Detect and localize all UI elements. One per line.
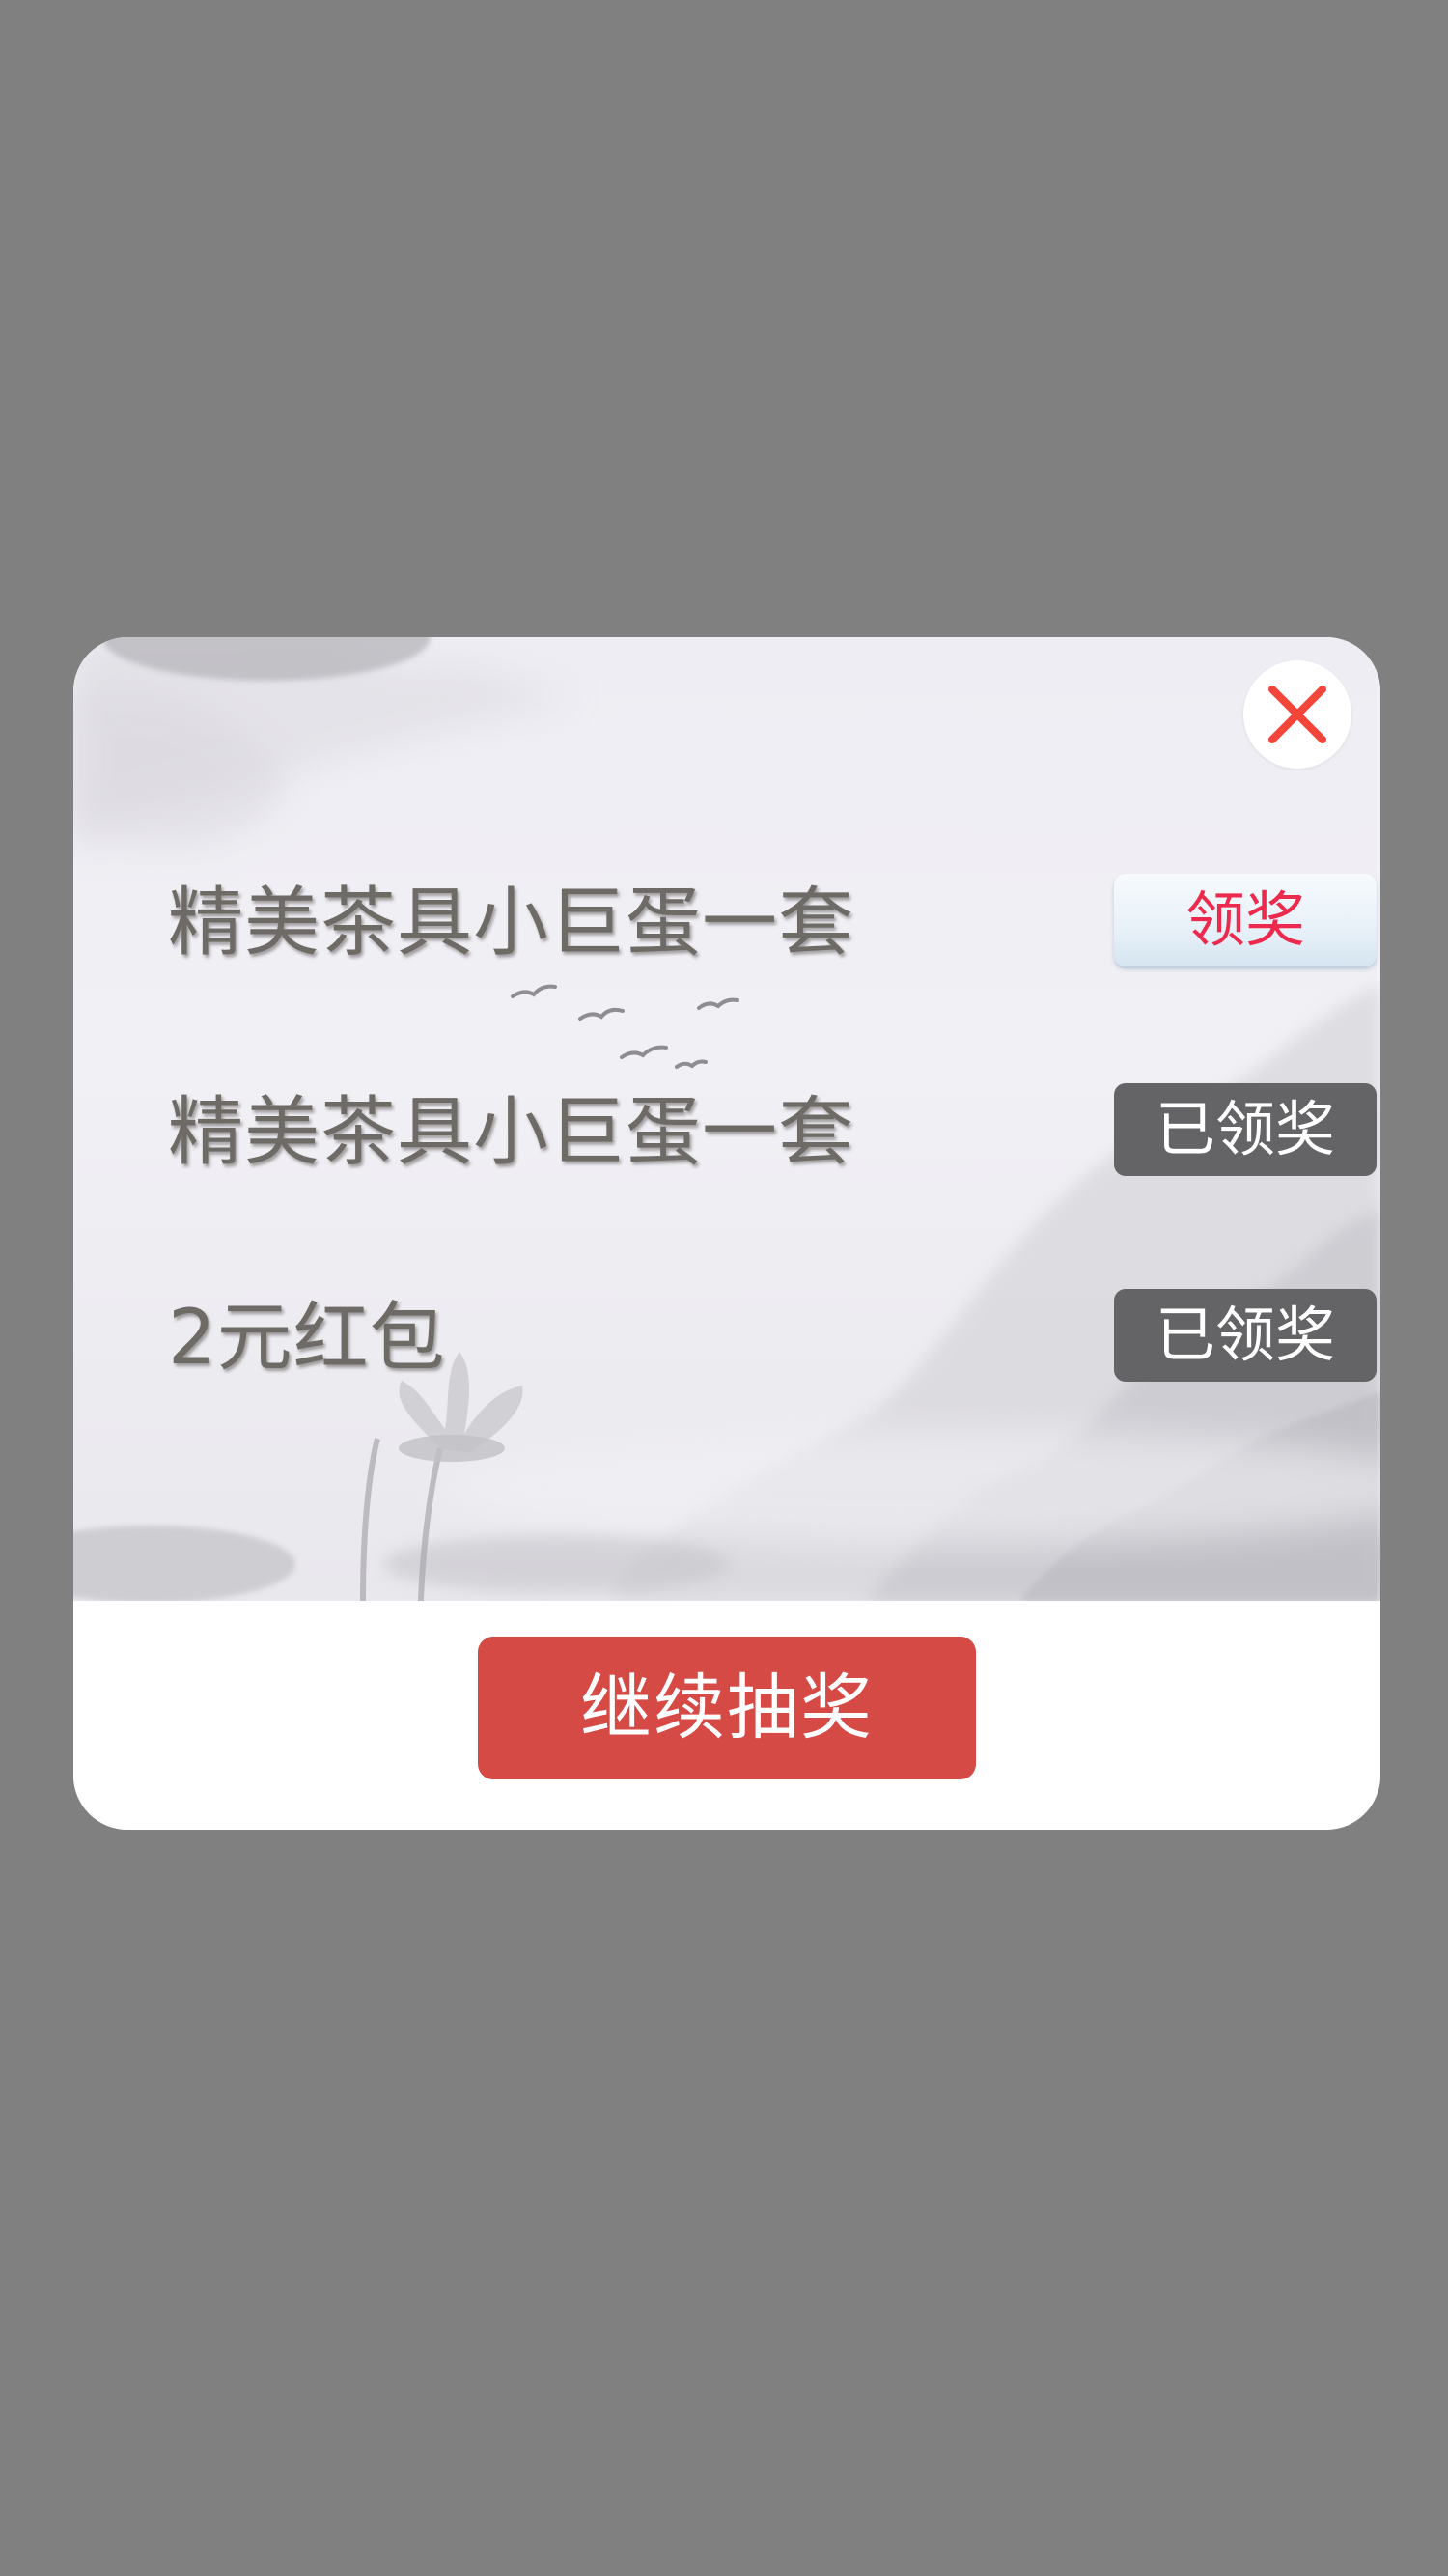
prize-name: 2元红包: [168, 1295, 446, 1382]
continue-draw-button[interactable]: 继续抽奖: [478, 1637, 976, 1779]
prize-claimed-button[interactable]: 已领奖: [1114, 1289, 1377, 1382]
ink-landscape-background: 精美茶具小巨蛋一套 领奖 精美茶具小巨蛋一套 已领奖 2元红包 已领奖: [73, 637, 1380, 1601]
prize-dialog: 精美茶具小巨蛋一套 领奖 精美茶具小巨蛋一套 已领奖 2元红包 已领奖 继续抽奖: [73, 637, 1380, 1830]
prize-name: 精美茶具小巨蛋一套: [168, 1089, 855, 1176]
prize-name: 精美茶具小巨蛋一套: [168, 880, 855, 966]
close-button[interactable]: [1243, 660, 1351, 769]
prize-row: 2元红包 已领奖: [168, 1289, 1377, 1386]
prize-row: 精美茶具小巨蛋一套 领奖: [168, 874, 1377, 970]
prize-claimed-button[interactable]: 已领奖: [1114, 1083, 1377, 1176]
close-icon: [1268, 686, 1326, 743]
prize-row: 精美茶具小巨蛋一套 已领奖: [168, 1083, 1377, 1180]
dialog-footer: 继续抽奖: [73, 1601, 1380, 1830]
claim-prize-button[interactable]: 领奖: [1114, 874, 1377, 966]
